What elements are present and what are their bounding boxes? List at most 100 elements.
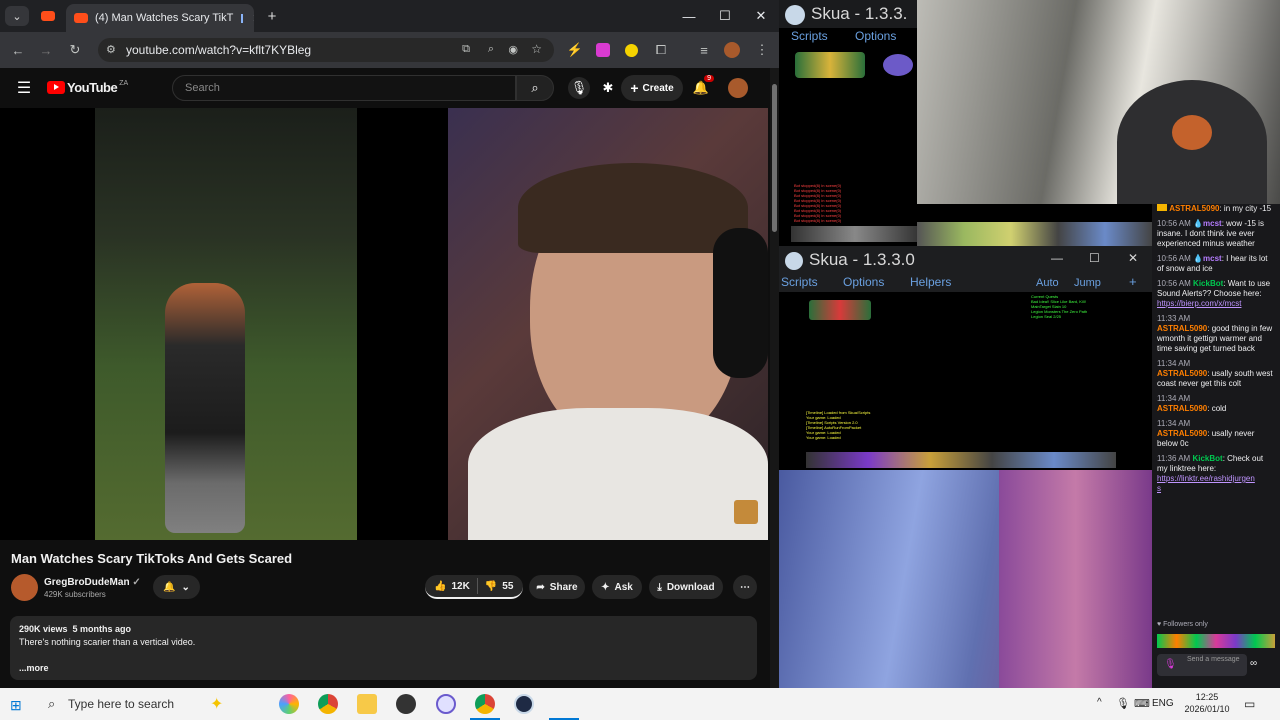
copilot-icon[interactable]: ✦ (210, 694, 223, 714)
emote-icon[interactable]: ∞ (1250, 658, 1257, 669)
more-actions-button[interactable]: ⋯ (733, 575, 757, 599)
skua2-menu-scripts[interactable]: Scripts (781, 275, 818, 289)
account-avatar[interactable] (728, 78, 748, 98)
maximize-icon[interactable]: ☐ (1089, 251, 1100, 265)
dislike-button[interactable]: 👎 55 (485, 581, 514, 592)
extension-1-icon[interactable]: ⚡ (565, 40, 585, 60)
skua2-menu-helpers[interactable]: Helpers (910, 275, 951, 289)
target-portrait (883, 54, 913, 76)
description-box[interactable]: 290K views 5 months ago There's nothing … (10, 616, 757, 680)
skua2-menu-options[interactable]: Options (843, 275, 884, 289)
search-icon: ⌕ (531, 80, 539, 95)
tab-strip: ⌄ (4) Man Watches Scary TikT ✕ + — ☐ ✕ (0, 0, 779, 32)
chat-link[interactable]: https://linktr.ee/rashidjurgen (1157, 474, 1255, 483)
skill-bar-2[interactable] (917, 222, 1152, 246)
youtube-pinned-tab[interactable] (36, 6, 60, 26)
chat-link[interactable]: https://bierp.com/x/mcst (1157, 299, 1241, 308)
create-label: Create (642, 82, 674, 94)
skill-bar[interactable] (791, 226, 919, 242)
skua2-menu-auto[interactable]: Auto (1036, 277, 1059, 289)
network-icon[interactable]: ⌨ (1134, 697, 1150, 710)
address-bar[interactable]: ⚙ youtube.com/watch?v=kflt7KYBleg ⧉ ⌕ ◉ … (98, 38, 554, 62)
microphone-icon[interactable]: 🎙 (1116, 697, 1130, 710)
chat-message: 11:34 AM ASTRAL5090: usally never below 0… (1157, 419, 1255, 448)
forward-icon[interactable]: → (36, 40, 56, 60)
microphone-icon[interactable]: 🎙 (568, 77, 590, 99)
skua1-titlebar: Skua - 1.3.3. (779, 0, 919, 28)
close-tab-icon[interactable]: ✕ (252, 12, 254, 25)
taskbar-search[interactable]: ⌕ Type here to search ✦ (40, 688, 240, 720)
language-indicator[interactable]: ENG (1152, 698, 1174, 709)
channel-name[interactable]: GregBroDudeMan ✓ (44, 577, 141, 588)
notification-center-icon[interactable]: ▭ (1244, 697, 1255, 711)
player-status-bar (809, 300, 871, 320)
skua1-log: Bot stopped(8) in scene(0) Bot stopped(8)… (794, 183, 842, 223)
sparkle-icon[interactable]: ✱ (597, 77, 619, 99)
file-explorer-icon[interactable] (357, 694, 377, 714)
menu-icon[interactable]: ⋮ (752, 40, 772, 60)
download-button[interactable]: ⤓ Download (649, 575, 723, 599)
chevron-down-icon: ⌄ (181, 581, 190, 593)
star-icon[interactable]: ☆ (531, 42, 542, 56)
skua1-menu-scripts[interactable]: Scripts (791, 29, 828, 43)
youtube-logo[interactable]: YouTube ZA (47, 80, 128, 95)
copilot-app-icon[interactable] (279, 694, 299, 714)
sparkle-icon: ✦ (601, 581, 610, 593)
reload-icon[interactable]: ↻ (65, 40, 85, 60)
skua2-menu-jump[interactable]: Jump (1074, 277, 1101, 289)
obs-icon[interactable] (396, 694, 416, 714)
tray-overflow-icon[interactable]: ^ (1097, 697, 1102, 708)
snipping-tool-icon[interactable] (436, 694, 456, 714)
skua2-add-button[interactable]: + (1129, 274, 1137, 289)
search-button[interactable]: ⌕ (516, 75, 554, 101)
install-icon[interactable]: ⧉ (462, 43, 470, 56)
hamburger-icon[interactable]: ☰ (13, 77, 35, 99)
maximize-icon[interactable]: ☐ (712, 6, 738, 26)
tab-active[interactable]: (4) Man Watches Scary TikT ✕ (66, 4, 254, 32)
quest-tracker: Current Quests Bad Idea!! Slice Like Bard… (1031, 294, 1088, 319)
skua-window-2: Skua - 1.3.3.0 — ☐ ✕ Scripts Options Hel… (779, 246, 1152, 470)
skill-bar-3[interactable] (806, 452, 1116, 468)
media-icon[interactable]: ≡ (694, 40, 714, 60)
chevron-down-icon[interactable]: ⌄ (5, 6, 29, 26)
eye-off-icon[interactable]: ◉ (508, 43, 518, 56)
minimize-icon[interactable]: — (676, 6, 702, 26)
video-player[interactable] (0, 108, 768, 540)
like-button[interactable]: 👍 12K (434, 581, 470, 592)
url-text: youtube.com/watch?v=kflt7KYBleg (126, 43, 312, 57)
page-scrollbar[interactable] (770, 68, 779, 688)
scrollbar-thumb[interactable] (772, 84, 777, 232)
channel-avatar[interactable] (11, 574, 38, 601)
chrome-icon[interactable] (318, 694, 338, 714)
close-icon[interactable]: ✕ (1128, 251, 1138, 265)
extension-3-icon[interactable] (624, 43, 638, 57)
site-info-icon[interactable]: ⚙ (106, 43, 116, 56)
skua-icon[interactable] (514, 694, 534, 714)
windows-icon[interactable]: ⊞ (10, 697, 22, 714)
clock[interactable]: 12:25 2026/01/10 (1184, 691, 1230, 715)
skua2-title: Skua - 1.3.3.0 (809, 250, 915, 269)
microphone-icon[interactable]: 🎙 (1164, 659, 1177, 670)
skua1-game-area (917, 204, 1152, 246)
zoom-icon[interactable]: ⌕ (488, 43, 494, 56)
extensions-icon[interactable]: ⧠ (651, 40, 671, 60)
extension-2-icon[interactable] (596, 43, 610, 57)
subscribed-bell-button[interactable]: 🔔 ⌄ (153, 575, 200, 599)
search-input[interactable]: Search (172, 75, 516, 101)
video-clip-left (95, 108, 357, 540)
chat-message: 11:36 AM KickBot: Check out my linktree … (1157, 454, 1264, 493)
show-more-link[interactable]: ...more (19, 663, 748, 673)
create-button[interactable]: + Create (621, 75, 683, 101)
back-icon[interactable]: ← (8, 40, 28, 60)
chrome-icon[interactable] (475, 694, 495, 714)
notifications-icon[interactable]: 🔔 9 (690, 75, 714, 99)
new-tab-button[interactable]: + (260, 6, 284, 26)
emote-bar[interactable] (1157, 634, 1275, 648)
minimize-icon[interactable]: — (1051, 251, 1063, 265)
window-close-icon[interactable]: ✕ (748, 6, 774, 26)
skua1-menu-options[interactable]: Options (855, 29, 896, 43)
profile-avatar[interactable] (724, 42, 740, 58)
share-button[interactable]: ➦ Share (529, 575, 585, 599)
channel-watermark[interactable] (734, 500, 758, 524)
ask-button[interactable]: ✦ Ask (592, 575, 642, 599)
